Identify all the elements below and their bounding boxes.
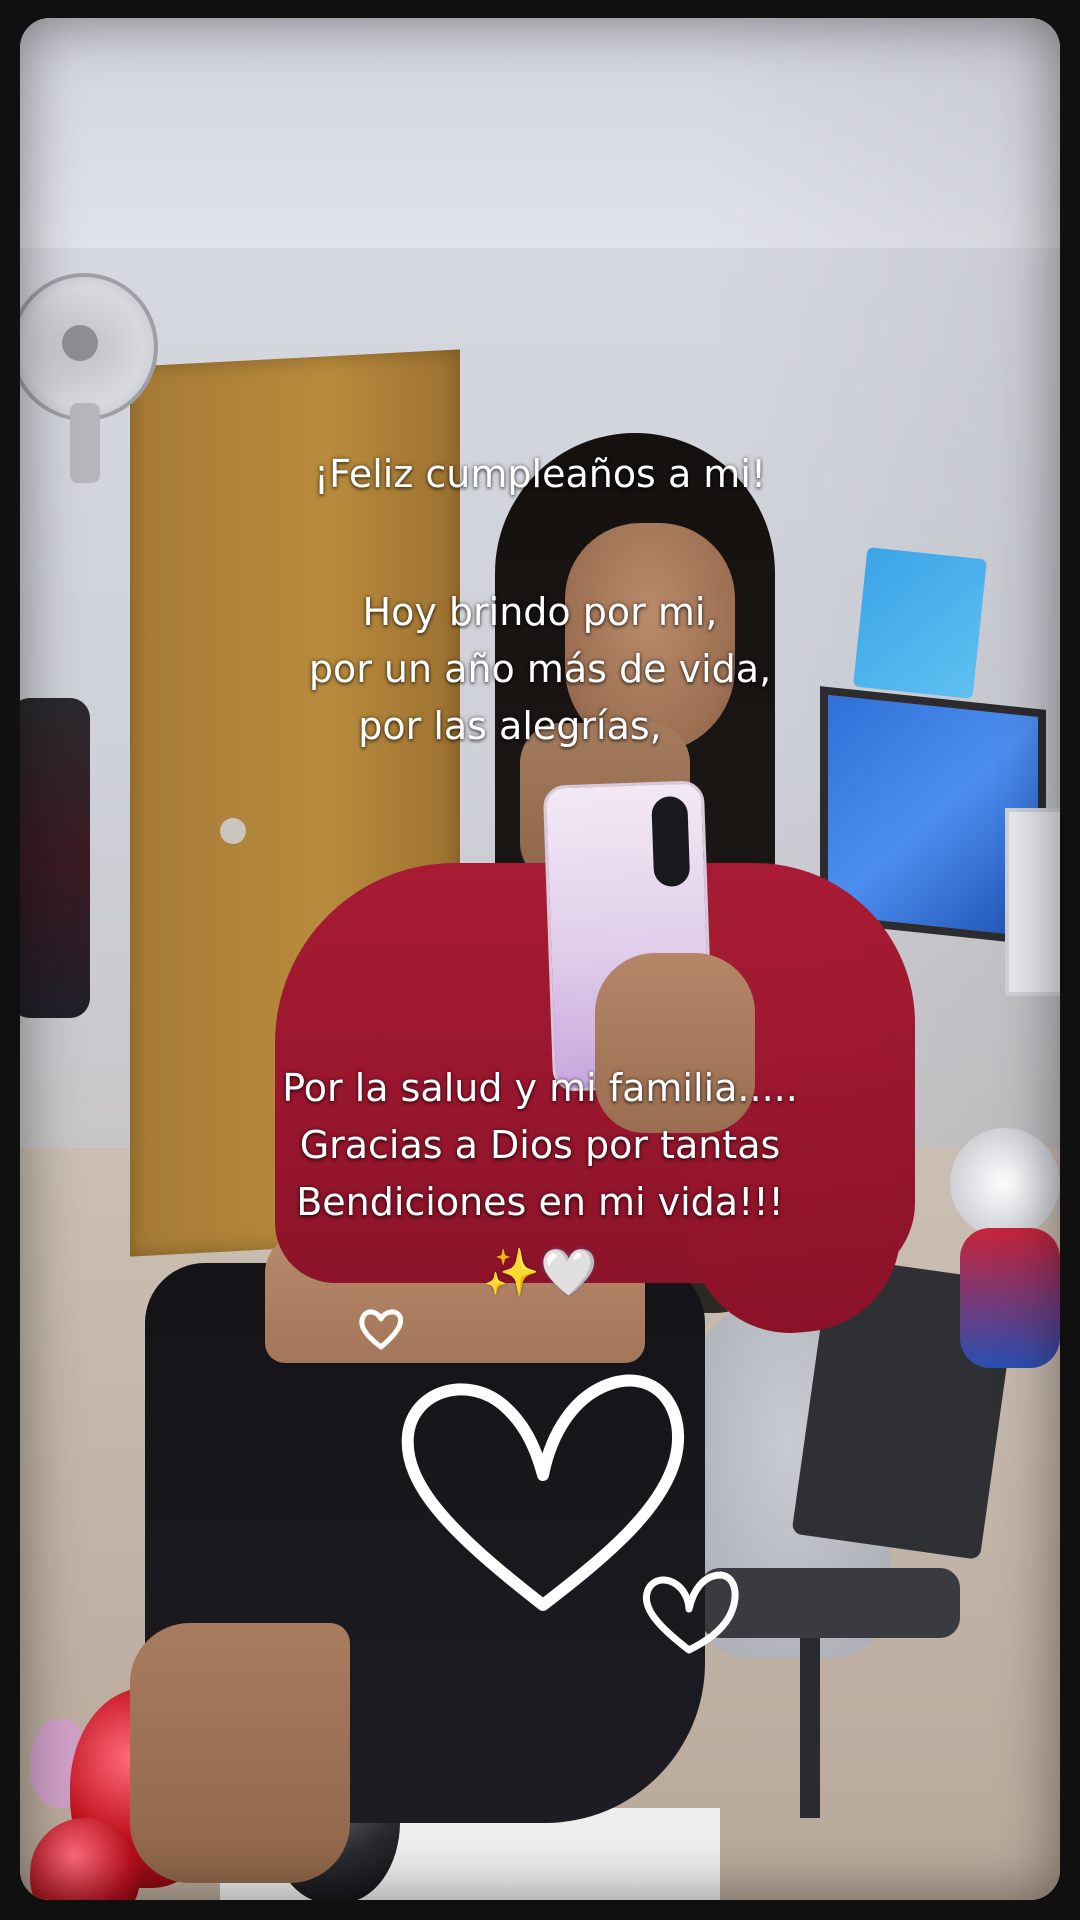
medium-heart-doodle-icon <box>642 1571 739 1654</box>
caption-line: por las alegrías, <box>358 704 662 748</box>
story-frame: ¡Feliz cumpleaños a mi! Hoy brindo por m… <box>0 0 1080 1920</box>
emoji-line: ✨🤍 <box>0 1242 1080 1302</box>
caption-bottom: Por la salud y mi familia..... Gracias a… <box>0 1060 1080 1231</box>
caption-line: Bendiciones en mi vida!!! <box>296 1180 784 1224</box>
leg <box>130 1623 350 1883</box>
caption-line: por un año más de vida, <box>308 647 772 691</box>
caption-title: ¡Feliz cumpleaños a mi! <box>0 446 1080 503</box>
caption-line: Por la salud y mi familia..... <box>282 1066 798 1110</box>
sparkles-icon: ✨ <box>482 1245 540 1299</box>
wall-shelf <box>1005 808 1060 996</box>
caption-middle: Hoy brindo por mi, por un año más de vid… <box>0 584 1080 755</box>
phone-camera <box>651 795 691 888</box>
white-heart-icon: 🤍 <box>540 1245 598 1299</box>
caption-line: Gracias a Dios por tantas <box>299 1123 781 1167</box>
caption-title-line: ¡Feliz cumpleaños a mi! <box>313 452 767 496</box>
fan-hub <box>62 325 98 361</box>
caption-line: Hoy brindo por mi, <box>362 590 718 634</box>
small-heart-doodle-icon <box>359 1309 404 1350</box>
wall-fan <box>20 273 158 483</box>
